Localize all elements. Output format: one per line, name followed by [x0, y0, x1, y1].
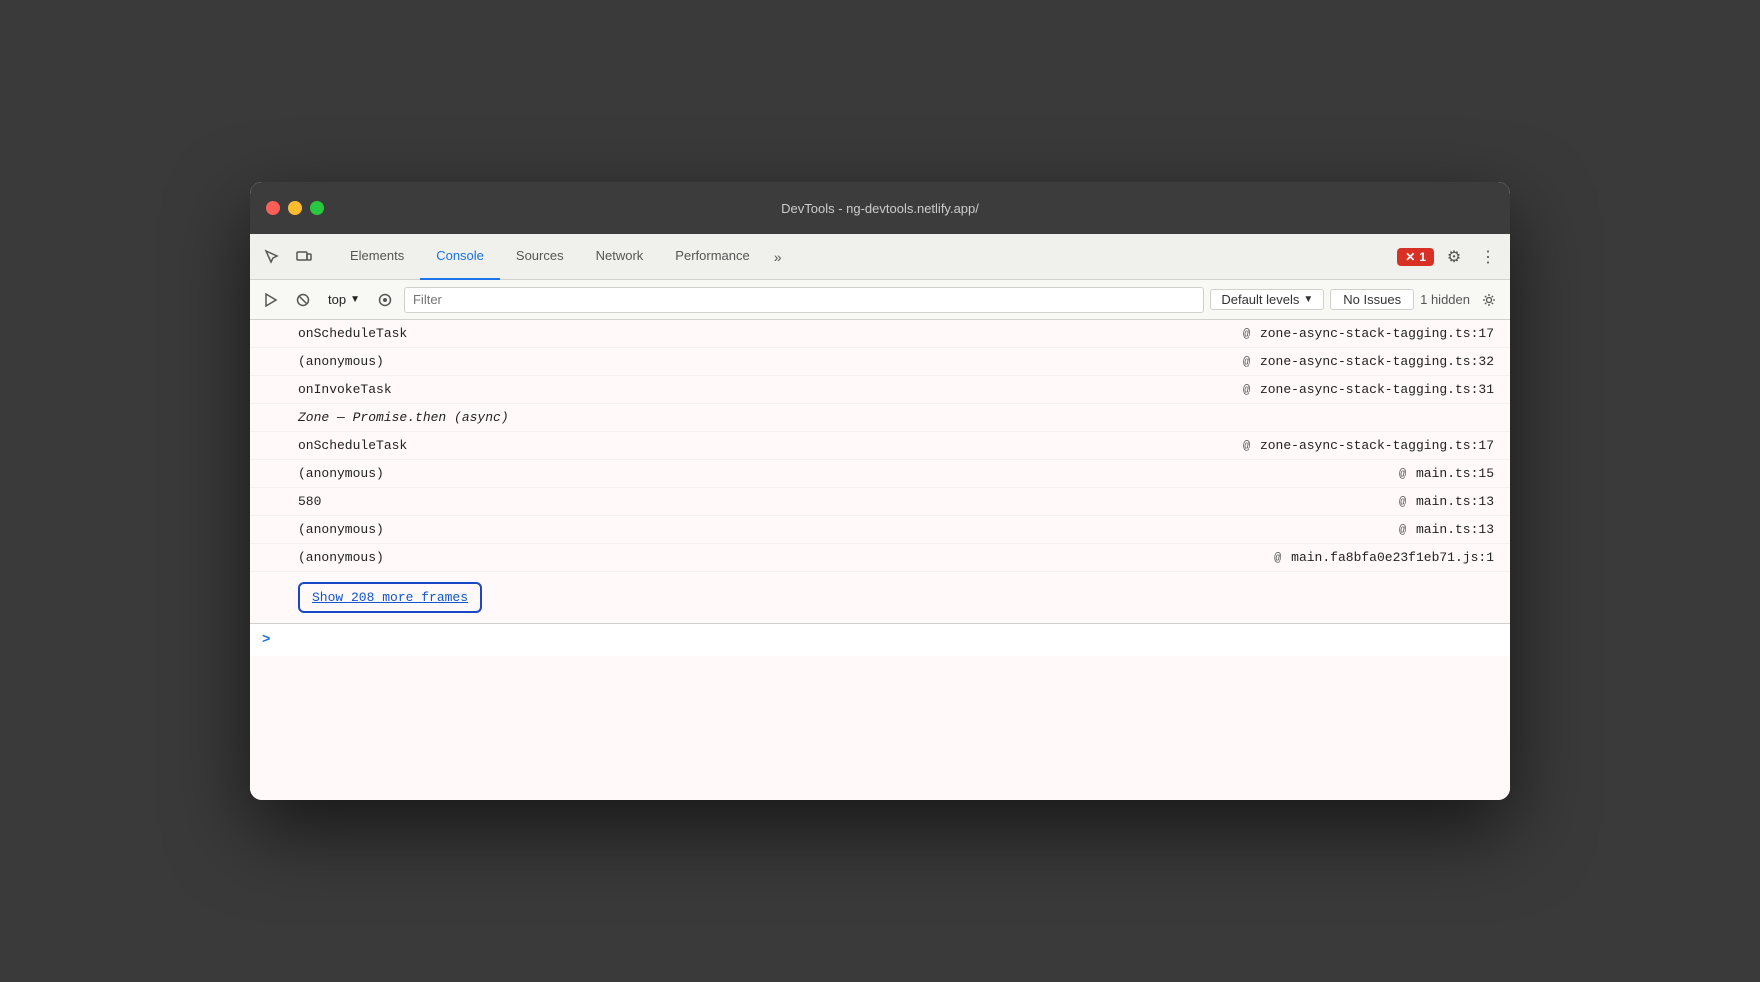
console-settings-button[interactable]	[1476, 287, 1502, 313]
dropdown-arrow-icon: ▼	[350, 294, 360, 305]
at-sign: @	[1243, 355, 1250, 369]
prompt-arrow-icon: >	[262, 632, 270, 648]
more-tabs-button[interactable]: »	[766, 249, 790, 265]
window-title: DevTools - ng-devtools.netlify.app/	[781, 201, 979, 216]
source-link[interactable]: zone-async-stack-tagging.ts:32	[1260, 354, 1494, 369]
no-issues-button[interactable]: No Issues	[1330, 289, 1414, 310]
at-sign: @	[1243, 383, 1250, 397]
source-link[interactable]: zone-async-stack-tagging.ts:17	[1260, 438, 1494, 453]
source-link[interactable]: zone-async-stack-tagging.ts:17	[1260, 326, 1494, 341]
tab-bar-right: ✕ 1 ⚙ ⋮	[1397, 243, 1502, 271]
console-row: onInvokeTask @ zone-async-stack-tagging.…	[250, 376, 1510, 404]
console-row-text: onInvokeTask	[298, 382, 392, 397]
title-bar: DevTools - ng-devtools.netlify.app/	[250, 182, 1510, 234]
close-button[interactable]	[266, 201, 280, 215]
console-row: (anonymous) @ main.fa8bfa0e23f1eb71.js:1	[250, 544, 1510, 572]
source-link[interactable]: main.ts:13	[1416, 494, 1494, 509]
more-menu-button[interactable]: ⋮	[1474, 243, 1502, 271]
fullscreen-button[interactable]	[310, 201, 324, 215]
clear-console-button[interactable]	[290, 287, 316, 313]
source-link[interactable]: main.fa8bfa0e23f1eb71.js:1	[1291, 550, 1494, 565]
console-input[interactable]	[278, 633, 1498, 648]
console-toolbar: top ▼ Default levels ▼ No Issues 1 hidde…	[250, 280, 1510, 320]
console-row-text: (anonymous)	[298, 354, 384, 369]
console-row-text: 580	[298, 494, 321, 509]
tab-console[interactable]: Console	[420, 234, 500, 280]
console-row-text: (anonymous)	[298, 550, 384, 565]
show-frames-row: Show 208 more frames	[250, 572, 1510, 623]
error-icon: ✕	[1405, 250, 1415, 264]
devtools-icons	[258, 243, 318, 271]
tab-performance[interactable]: Performance	[659, 234, 765, 280]
devtools-window: DevTools - ng-devtools.netlify.app/ Elem…	[250, 182, 1510, 800]
console-row: onScheduleTask @ zone-async-stack-taggin…	[250, 432, 1510, 460]
log-levels-button[interactable]: Default levels ▼	[1210, 289, 1324, 310]
console-row: Zone — Promise.then (async)	[250, 404, 1510, 432]
tab-sources[interactable]: Sources	[500, 234, 580, 280]
live-expressions-button[interactable]	[372, 287, 398, 313]
at-sign: @	[1399, 467, 1406, 481]
run-script-button[interactable]	[258, 287, 284, 313]
context-selector[interactable]: top ▼	[322, 290, 366, 309]
console-row-text: (anonymous)	[298, 466, 384, 481]
hidden-count: 1 hidden	[1420, 292, 1470, 307]
console-row: (anonymous) @ main.ts:15	[250, 460, 1510, 488]
minimize-button[interactable]	[288, 201, 302, 215]
console-row-text: onScheduleTask	[298, 326, 407, 341]
at-sign: @	[1243, 327, 1250, 341]
settings-button[interactable]: ⚙	[1440, 243, 1468, 271]
console-content: onScheduleTask @ zone-async-stack-taggin…	[250, 320, 1510, 800]
filter-input[interactable]	[404, 287, 1204, 313]
tab-network[interactable]: Network	[580, 234, 660, 280]
console-row: (anonymous) @ zone-async-stack-tagging.t…	[250, 348, 1510, 376]
tab-bar: Elements Console Sources Network Perform…	[250, 234, 1510, 280]
error-badge[interactable]: ✕ 1	[1397, 248, 1434, 266]
console-row: onScheduleTask @ zone-async-stack-taggin…	[250, 320, 1510, 348]
console-row: 580 @ main.ts:13	[250, 488, 1510, 516]
console-row-text: Zone — Promise.then (async)	[298, 410, 509, 425]
show-more-frames-link[interactable]: Show 208 more frames	[298, 582, 482, 613]
inspect-element-button[interactable]	[258, 243, 286, 271]
device-toolbar-button[interactable]	[290, 243, 318, 271]
source-link[interactable]: main.ts:13	[1416, 522, 1494, 537]
tab-elements[interactable]: Elements	[334, 234, 420, 280]
at-sign: @	[1399, 495, 1406, 509]
console-input-row: >	[250, 623, 1510, 656]
console-row-text: (anonymous)	[298, 522, 384, 537]
at-sign: @	[1274, 551, 1281, 565]
levels-dropdown-icon: ▼	[1303, 294, 1313, 305]
console-row-text: onScheduleTask	[298, 438, 407, 453]
at-sign: @	[1399, 523, 1406, 537]
console-row: (anonymous) @ main.ts:13	[250, 516, 1510, 544]
source-link[interactable]: zone-async-stack-tagging.ts:31	[1260, 382, 1494, 397]
traffic-lights	[266, 201, 324, 215]
at-sign: @	[1243, 439, 1250, 453]
source-link[interactable]: main.ts:15	[1416, 466, 1494, 481]
